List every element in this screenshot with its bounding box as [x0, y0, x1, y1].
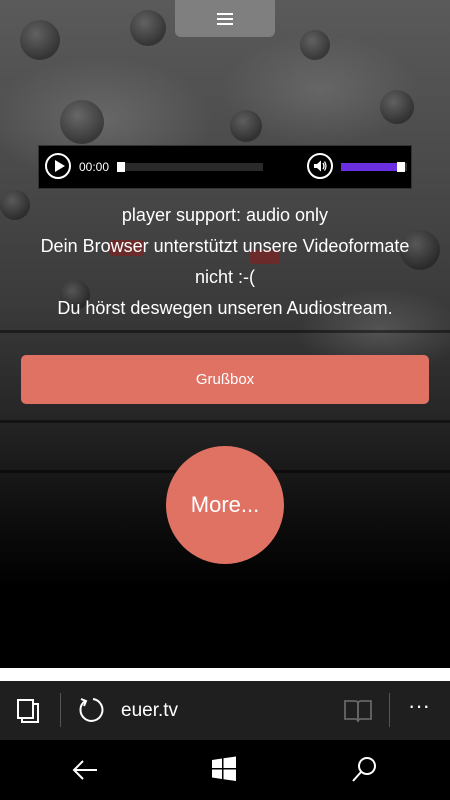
browser-address-bar: euer.tv ··· — [0, 681, 450, 740]
divider — [389, 693, 390, 727]
more-button[interactable]: More... — [166, 446, 284, 564]
page-bottom-strip — [0, 668, 450, 681]
tabs-icon[interactable] — [14, 697, 44, 725]
book-icon[interactable] — [342, 697, 374, 725]
divider — [60, 693, 61, 727]
progress-bar[interactable] — [117, 162, 263, 172]
speaker-icon[interactable] — [307, 153, 333, 179]
refresh-icon[interactable] — [76, 695, 106, 725]
system-navigation-bar — [0, 740, 450, 800]
more-options-icon[interactable]: ··· — [404, 695, 434, 725]
browser-notice-line: Dein Browser unterstützt unsere Videofor… — [40, 236, 410, 256]
play-icon[interactable] — [45, 153, 71, 179]
progress-handle[interactable] — [117, 162, 126, 172]
back-arrow-icon[interactable] — [70, 755, 100, 785]
volume-fill — [341, 163, 398, 171]
player-support-message: player support: audio only Dein Browser … — [0, 200, 450, 324]
audiostream-line: Du hörst deswegen unseren Audiostream. — [57, 298, 393, 318]
hamburger-icon — [217, 12, 233, 25]
menu-button[interactable] — [175, 0, 275, 37]
volume-slider[interactable] — [341, 162, 407, 172]
current-time: 00:00 — [79, 160, 110, 174]
windows-logo-icon[interactable] — [210, 755, 238, 783]
volume-handle[interactable] — [397, 162, 406, 172]
audio-player: 00:00 — [38, 145, 412, 189]
browser-notice-line: nicht :-( — [194, 267, 255, 287]
background-mixer-image — [0, 0, 450, 668]
search-icon[interactable] — [350, 754, 380, 784]
support-line: player support: audio only — [121, 205, 329, 225]
grussbox-button[interactable]: Grußbox — [21, 355, 429, 404]
url-field[interactable]: euer.tv — [121, 700, 178, 722]
